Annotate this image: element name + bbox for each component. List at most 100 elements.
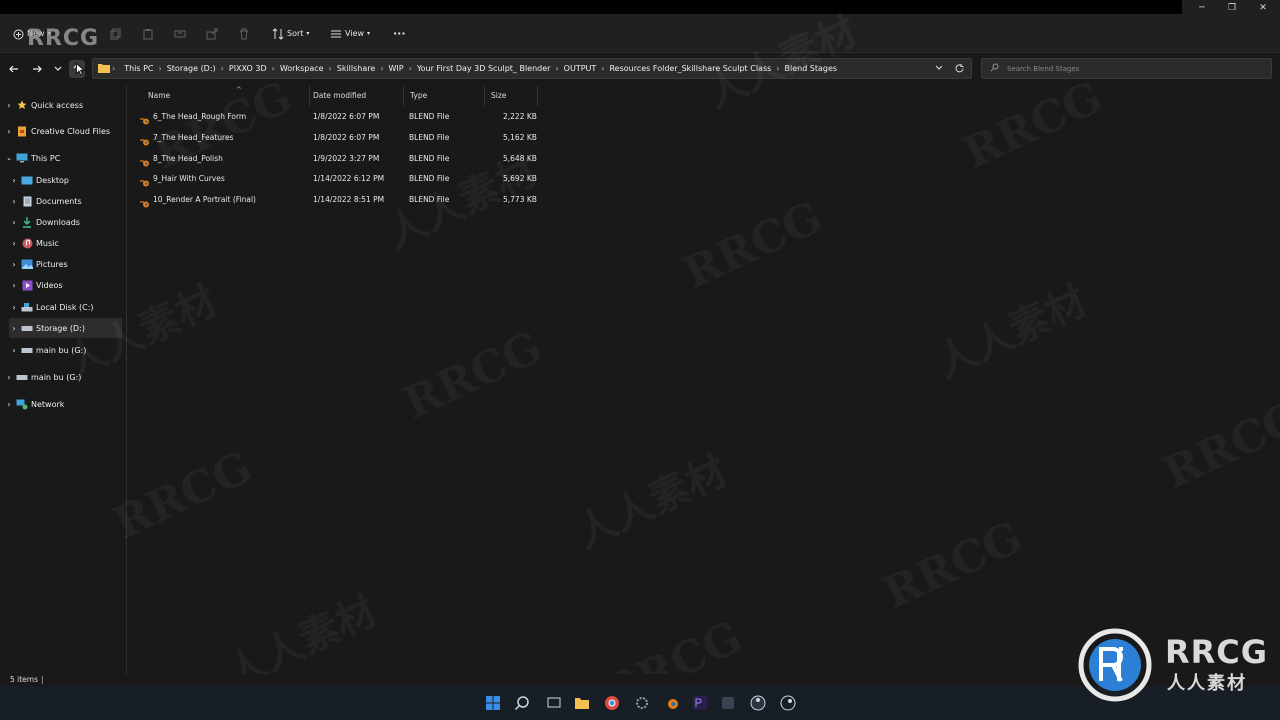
chrome-icon[interactable] [604, 695, 620, 711]
copy-button[interactable] [110, 25, 122, 43]
premiere-icon[interactable] [692, 695, 708, 711]
breadcrumb-item[interactable]: Skillshare [334, 64, 379, 73]
chevron-right-icon[interactable]: › [9, 260, 19, 269]
search-icon[interactable] [514, 695, 530, 711]
forward-icon[interactable] [29, 60, 45, 78]
file-name: 10_Render A Portrait (Final) [153, 195, 256, 204]
address-history-icon[interactable] [935, 64, 943, 74]
paste-button[interactable] [142, 25, 154, 43]
rename-button[interactable] [174, 25, 186, 43]
sidebar-item-label: Videos [36, 280, 63, 290]
breadcrumb-separator-icon[interactable]: › [378, 64, 385, 73]
search-box[interactable] [981, 58, 1272, 79]
sidebar-item-storage-d[interactable]: › Storage (D:) [9, 318, 122, 338]
breadcrumb-item[interactable]: Resources Folder_Skillshare Sculpt Class [606, 64, 774, 73]
chevron-right-icon[interactable]: › [4, 127, 14, 136]
chevron-right-icon[interactable]: › [9, 218, 19, 227]
chevron-right-icon[interactable]: › [9, 324, 19, 333]
sidebar-item-desktop[interactable]: › Desktop [9, 170, 122, 190]
table-row[interactable]: 9_Hair With Curves 1/14/2022 6:12 PM BLE… [134, 169, 544, 189]
chevron-right-icon[interactable]: › [4, 373, 14, 382]
search-input[interactable] [1005, 63, 1259, 74]
breadcrumb-separator-icon[interactable]: › [327, 64, 334, 73]
delete-button[interactable] [238, 25, 250, 43]
breadcrumb-separator-icon[interactable]: › [157, 64, 164, 73]
sidebar-item-pictures[interactable]: › Pictures [9, 254, 122, 274]
sidebar-item-main-bu-g-root[interactable]: › main bu (G:) [4, 367, 122, 387]
close-icon[interactable]: ✕ [1248, 0, 1278, 16]
minimize-icon[interactable]: ─ [1187, 0, 1217, 16]
sidebar-item-creative-cloud[interactable]: › Creative Cloud Files [4, 121, 122, 141]
sidebar-item-network[interactable]: › Network [4, 394, 122, 414]
breadcrumb-item[interactable]: WIP [386, 64, 407, 73]
obs-icon[interactable] [750, 695, 766, 711]
view-button[interactable]: View ▾ [330, 25, 370, 43]
table-row[interactable]: 7_The Head_Features 1/8/2022 6:07 PM BLE… [134, 128, 544, 148]
breadcrumb-item[interactable]: Blend Stages [781, 64, 840, 73]
refresh-icon[interactable] [954, 63, 965, 76]
app-icon[interactable] [720, 695, 736, 711]
chevron-down-icon[interactable]: ⌄ [4, 154, 14, 162]
mouse-cursor-icon [76, 62, 86, 78]
start-icon[interactable] [485, 695, 501, 711]
task-view-icon[interactable] [546, 695, 562, 711]
breadcrumb-separator-icon[interactable]: › [270, 64, 277, 73]
column-header-date[interactable]: Date modified [307, 86, 404, 106]
sidebar-item-main-bu-g[interactable]: › main bu (G:) [9, 340, 122, 360]
sort-button[interactable]: Sort ▾ [272, 25, 309, 43]
column-header-type[interactable]: Type [404, 86, 485, 106]
share-icon [206, 28, 218, 40]
sidebar-item-local-disk-c[interactable]: › Local Disk (C:) [9, 297, 122, 317]
chevron-right-icon[interactable]: › [9, 176, 19, 185]
chevron-right-icon[interactable]: › [4, 101, 14, 110]
navigation-row: › This PC › Storage (D:) › PIXXO 3D › Works… [0, 56, 1280, 82]
chevron-right-icon[interactable]: › [9, 197, 19, 206]
sidebar-item-music[interactable]: › Music [9, 233, 122, 253]
breadcrumb-item[interactable]: Storage (D:) [164, 64, 219, 73]
table-row[interactable]: 6_The Head_Rough Form 1/8/2022 6:07 PM B… [134, 107, 544, 127]
sidebar-item-documents[interactable]: › Documents [9, 191, 122, 211]
file-type: BLEND File [409, 154, 450, 163]
chevron-right-icon[interactable]: › [9, 346, 19, 355]
steam-icon[interactable] [780, 695, 796, 711]
back-icon[interactable] [6, 60, 22, 78]
column-header-name[interactable]: Name ^ [142, 86, 310, 106]
command-bar: New ▾ RRCG Sort ▾ View ▾ ··· [0, 16, 1280, 53]
file-explorer-icon[interactable] [574, 695, 590, 711]
breadcrumb-item[interactable]: Workspace [277, 64, 327, 73]
sidebar-item-videos[interactable]: › Videos [9, 275, 122, 295]
sidebar-item-downloads[interactable]: › Downloads [9, 212, 122, 232]
column-header-size[interactable]: Size [485, 86, 538, 106]
breadcrumb-item[interactable]: PIXXO 3D [226, 64, 270, 73]
watermark-text: 人人素材 [565, 439, 735, 559]
breadcrumb-item[interactable]: OUTPUT [561, 64, 600, 73]
file-size: 5,648 KB [503, 154, 537, 163]
restore-icon[interactable]: ❐ [1217, 0, 1247, 16]
settings-icon[interactable] [634, 695, 650, 711]
copy-icon [110, 28, 121, 40]
breadcrumb-separator-icon[interactable]: › [774, 64, 781, 73]
chevron-right-icon[interactable]: › [9, 281, 19, 290]
breadcrumb-separator-icon[interactable]: › [219, 64, 226, 73]
more-options-button[interactable]: ··· [393, 25, 406, 43]
breadcrumb-separator-icon[interactable]: › [407, 64, 414, 73]
chevron-right-icon[interactable]: › [9, 303, 19, 312]
breadcrumb-item[interactable]: Your First Day 3D Sculpt_ Blender [414, 64, 554, 73]
watermark-logo: RRCG [27, 26, 100, 51]
breadcrumb-separator-icon[interactable]: › [599, 64, 606, 73]
breadcrumb-item[interactable]: This PC [121, 64, 156, 73]
status-divider: | [41, 675, 44, 684]
address-bar[interactable]: › This PC › Storage (D:) › PIXXO 3D › Works… [92, 58, 972, 79]
file-date: 1/8/2022 6:07 PM [313, 112, 380, 121]
blender-app-icon[interactable] [664, 695, 680, 711]
chevron-right-icon[interactable]: › [9, 239, 19, 248]
sidebar-item-this-pc[interactable]: ⌄ This PC [4, 148, 122, 168]
table-row[interactable]: 8_The Head_Polish 1/9/2022 3:27 PM BLEND… [134, 149, 544, 169]
sidebar-item-quick-access[interactable]: › Quick access [4, 95, 122, 115]
table-row[interactable]: 10_Render A Portrait (Final) 1/14/2022 8… [134, 190, 544, 210]
recent-locations-icon[interactable] [50, 60, 66, 78]
sidebar-item-label: This PC [31, 153, 61, 163]
share-button[interactable] [206, 25, 218, 43]
breadcrumb-separator-icon[interactable]: › [553, 64, 560, 73]
chevron-right-icon[interactable]: › [4, 400, 14, 409]
